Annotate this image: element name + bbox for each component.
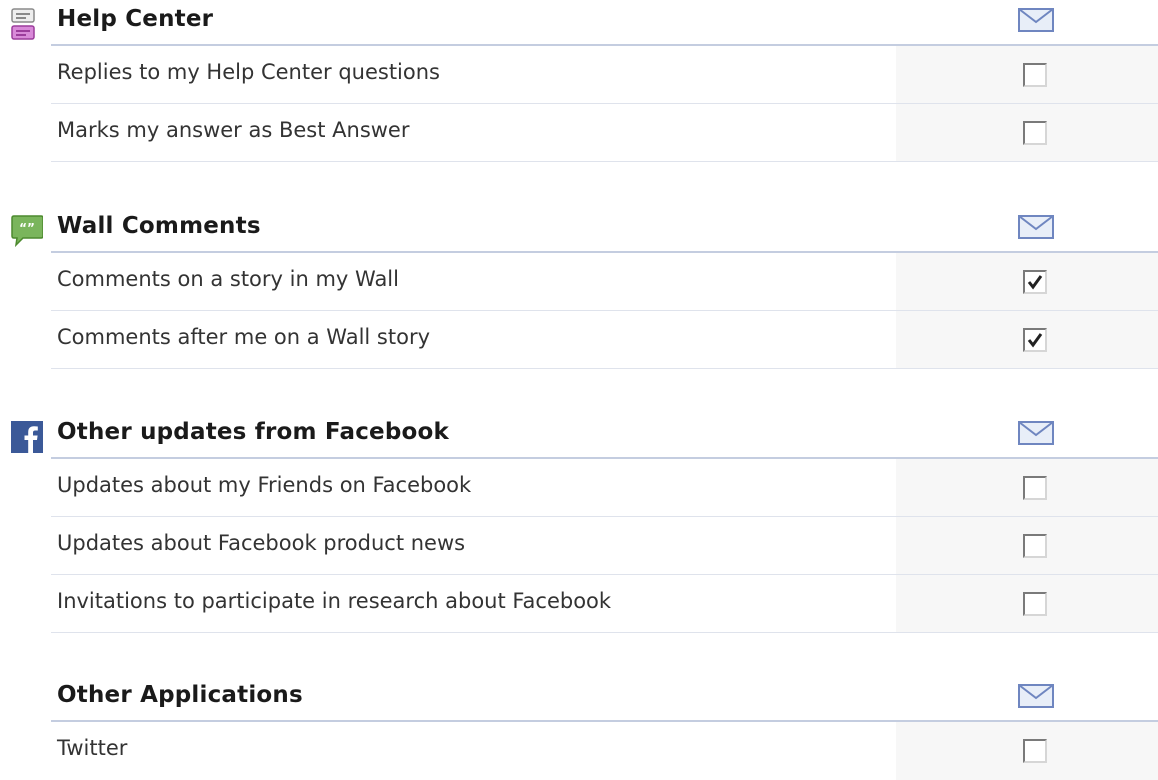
section-title: Help Center xyxy=(57,6,214,32)
checkmark-icon xyxy=(1027,333,1043,348)
section-other-applications: Other Applications Twitter xyxy=(0,676,1158,780)
setting-row: Invitations to participate in research a… xyxy=(0,575,1158,633)
help-center-icon xyxy=(11,8,43,40)
setting-row: Updates about Facebook product news xyxy=(0,517,1158,575)
section-facebook-updates: Other updates from Facebook Updates abou… xyxy=(0,413,1158,633)
wall-comments-icon: “” xyxy=(11,215,44,248)
setting-row: Marks my answer as Best Answer xyxy=(0,104,1158,162)
row-divider xyxy=(51,368,1158,369)
email-checkbox[interactable] xyxy=(1023,739,1047,763)
setting-row: Updates about my Friends on Facebook xyxy=(0,459,1158,517)
email-icon xyxy=(1018,215,1054,239)
row-divider xyxy=(51,161,1158,162)
section-header: Other Applications xyxy=(0,676,1158,722)
section-title: Other updates from Facebook xyxy=(57,419,449,445)
email-checkbox[interactable] xyxy=(1023,534,1047,558)
section-header: Help Center xyxy=(0,0,1158,46)
section-header: “” Wall Comments xyxy=(0,207,1158,253)
setting-label: Updates about my Friends on Facebook xyxy=(57,473,472,497)
svg-text:“”: “” xyxy=(19,221,35,235)
email-icon xyxy=(1018,421,1054,445)
section-title: Other Applications xyxy=(57,682,303,708)
setting-label: Replies to my Help Center questions xyxy=(57,60,440,84)
email-checkbox[interactable] xyxy=(1023,592,1047,616)
row-divider xyxy=(51,632,1158,633)
section-title: Wall Comments xyxy=(57,213,261,239)
email-checkbox[interactable] xyxy=(1023,328,1047,352)
email-icon xyxy=(1018,8,1054,32)
setting-row: Comments on a story in my Wall xyxy=(0,253,1158,311)
setting-row: Replies to my Help Center questions xyxy=(0,46,1158,104)
setting-label: Comments on a story in my Wall xyxy=(57,267,399,291)
setting-row: Twitter xyxy=(0,722,1158,780)
section-help-center: Help Center Replies to my Help Center qu… xyxy=(0,0,1158,162)
email-icon xyxy=(1018,684,1054,708)
checkmark-icon xyxy=(1027,275,1043,290)
section-wall-comments: “” Wall Comments Comments on a story in … xyxy=(0,207,1158,369)
facebook-icon xyxy=(11,421,43,453)
setting-label: Comments after me on a Wall story xyxy=(57,325,431,349)
section-header: Other updates from Facebook xyxy=(0,413,1158,459)
setting-label: Twitter xyxy=(57,736,128,760)
email-checkbox[interactable] xyxy=(1023,270,1047,294)
email-checkbox[interactable] xyxy=(1023,476,1047,500)
setting-row: Comments after me on a Wall story xyxy=(0,311,1158,369)
setting-label: Updates about Facebook product news xyxy=(57,531,466,555)
email-checkbox[interactable] xyxy=(1023,121,1047,145)
setting-label: Invitations to participate in research a… xyxy=(57,589,612,613)
setting-label: Marks my answer as Best Answer xyxy=(57,118,410,142)
email-checkbox[interactable] xyxy=(1023,63,1047,87)
